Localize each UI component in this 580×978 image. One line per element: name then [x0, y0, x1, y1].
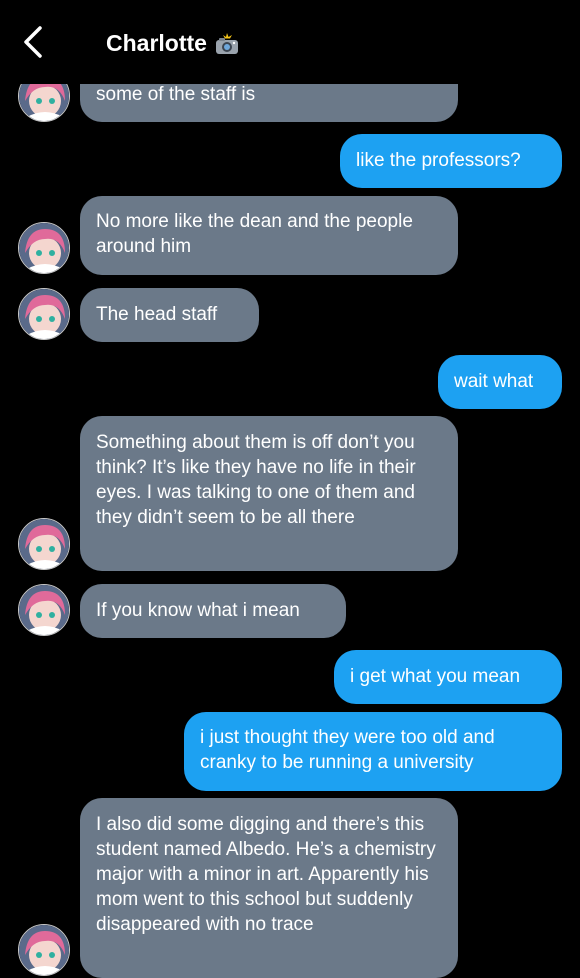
- avatar[interactable]: [18, 924, 70, 976]
- incoming-message: The head staff: [80, 288, 259, 342]
- outgoing-message: like the professors?: [340, 134, 562, 188]
- incoming-message: Something about them is off don’t you th…: [80, 416, 458, 571]
- outgoing-message: i just thought they were too old and cra…: [184, 712, 562, 791]
- chat-header: Charlotte: [0, 0, 580, 84]
- avatar[interactable]: [18, 222, 70, 274]
- contact-name-area[interactable]: Charlotte: [106, 30, 239, 57]
- avatar[interactable]: [18, 518, 70, 570]
- avatar[interactable]: [18, 584, 70, 636]
- incoming-message: I also did some digging and there’s this…: [80, 798, 458, 978]
- back-button[interactable]: [18, 24, 50, 60]
- outgoing-message: wait what: [438, 355, 562, 409]
- incoming-message: If you know what i mean: [80, 584, 346, 638]
- message-list[interactable]: some of the staff is like the professors…: [0, 0, 580, 978]
- avatar-image: [19, 585, 69, 635]
- chevron-left-icon: [24, 26, 42, 58]
- avatar-image: [19, 223, 69, 273]
- avatar-image: [19, 519, 69, 569]
- avatar-image: [19, 289, 69, 339]
- contact-name: Charlotte: [106, 30, 207, 56]
- avatar[interactable]: [18, 288, 70, 340]
- avatar-image: [19, 925, 69, 975]
- outgoing-message: i get what you mean: [334, 650, 562, 704]
- camera-flash-icon: [215, 32, 239, 55]
- incoming-message: No more like the dean and the people aro…: [80, 196, 458, 275]
